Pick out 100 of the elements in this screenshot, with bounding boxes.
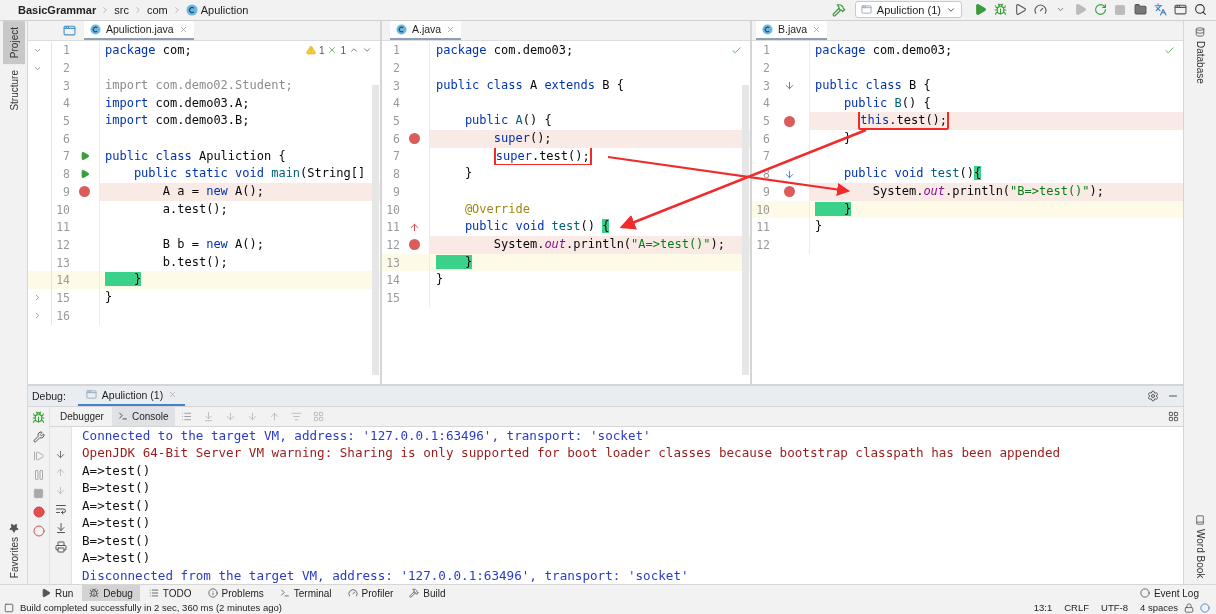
status-icon[interactable] [4, 602, 14, 613]
step-out-icon[interactable] [269, 410, 281, 422]
warning-icon[interactable] [305, 45, 316, 55]
mute-breakpoints-icon[interactable] [32, 524, 45, 537]
print-icon[interactable] [54, 540, 67, 553]
reload-icon[interactable] [1093, 3, 1107, 17]
run-icon[interactable] [973, 3, 987, 17]
breadcrumb[interactable]: com [146, 3, 168, 16]
speech-bubble-icon [1139, 588, 1150, 598]
tool-window-button[interactable]: Debug [82, 585, 140, 601]
force-step-icon[interactable] [247, 410, 259, 422]
stop-icon[interactable] [33, 487, 44, 499]
scrollbar[interactable] [742, 84, 749, 375]
status-item[interactable]: UTF-8 [1101, 602, 1128, 613]
breakpoint-icon[interactable] [784, 115, 795, 127]
debug-icon[interactable] [993, 3, 1007, 17]
line-number: 6 [762, 131, 770, 146]
settings-icon[interactable] [1147, 389, 1159, 402]
tool-window-button[interactable]: TODO [141, 585, 199, 601]
tool-window-tab[interactable]: Favorites [2, 516, 25, 584]
account-icon[interactable] [1200, 602, 1210, 613]
window-icon[interactable] [1173, 3, 1187, 17]
tool-window-tab[interactable]: Structure [2, 63, 25, 117]
profiler-icon[interactable] [1033, 3, 1047, 17]
tool-window-button[interactable]: Problems [200, 585, 271, 601]
breadcrumb[interactable]: BasicGrammar [18, 3, 97, 16]
coverage-icon[interactable] [1013, 3, 1027, 17]
line-number: 5 [762, 114, 770, 129]
hammer-icon[interactable] [831, 2, 846, 17]
next-icon[interactable] [362, 45, 372, 55]
bug-icon[interactable] [32, 410, 45, 424]
breadcrumb[interactable]: Apuliction [185, 3, 249, 16]
lock-icon[interactable] [1184, 602, 1194, 613]
translate-icon[interactable] [1153, 3, 1167, 17]
layout-icon[interactable] [62, 23, 76, 37]
line-number: 3 [762, 78, 770, 93]
wrench-icon[interactable] [32, 430, 45, 443]
debug-tab[interactable]: Apuliction (1) [77, 385, 186, 406]
code-line: public class A extends B { [436, 77, 624, 92]
check-icon[interactable] [1164, 44, 1175, 56]
chevron-right-icon[interactable] [33, 311, 42, 321]
code-line: System.out.println("B=>test()"); [871, 184, 1105, 198]
status-item[interactable]: 13:1 [1033, 602, 1053, 613]
code-line: public A() { [463, 113, 552, 128]
breadcrumb[interactable]: src [114, 3, 129, 16]
search-icon[interactable] [1193, 3, 1207, 17]
close-icon[interactable] [446, 24, 456, 34]
breakpoint-icon[interactable] [409, 133, 420, 145]
breakpoint-icon[interactable] [409, 239, 420, 251]
line-number: 2 [62, 61, 70, 76]
chevron-right-icon[interactable] [33, 293, 42, 303]
layout-icon[interactable] [1167, 410, 1179, 422]
status-item[interactable]: 4 spaces [1139, 602, 1178, 613]
down-icon[interactable] [55, 484, 66, 496]
resume-icon[interactable] [32, 449, 45, 462]
code-line: public void test(){ [842, 166, 982, 181]
check-icon[interactable] [731, 44, 742, 56]
folder-icon[interactable] [1133, 3, 1147, 17]
run-icon[interactable] [79, 151, 90, 162]
debug-subtab[interactable]: Debugger [54, 406, 110, 426]
breakpoint-icon[interactable] [79, 186, 90, 198]
menu-icon[interactable] [181, 410, 193, 422]
breakpoints-icon[interactable] [32, 505, 45, 518]
line-number: 7 [62, 149, 70, 164]
close-icon[interactable] [812, 24, 822, 34]
up-arrow-icon[interactable] [409, 221, 420, 233]
scrollbar[interactable] [372, 84, 379, 375]
step-over-icon[interactable] [203, 410, 215, 422]
scroll-icon[interactable] [55, 448, 66, 460]
status-item[interactable]: CRLF [1064, 602, 1090, 613]
step-into-icon[interactable] [225, 410, 237, 422]
line-number: 11 [755, 220, 770, 235]
down-arrow-icon[interactable] [784, 80, 795, 92]
stop-icon[interactable] [1114, 3, 1126, 16]
line-number: 9 [62, 184, 70, 199]
pause-icon[interactable] [32, 468, 45, 481]
tool-window-button[interactable]: Build [402, 585, 453, 601]
tool-window-button[interactable]: Terminal [272, 585, 339, 601]
close-icon [168, 390, 178, 399]
weak-warning-icon[interactable] [327, 45, 338, 55]
scroll-end-icon[interactable] [54, 521, 67, 534]
event-log-button[interactable]: Event Log [1132, 585, 1206, 601]
class-icon [396, 23, 407, 35]
run-icon[interactable] [79, 169, 90, 180]
close-icon[interactable] [178, 24, 188, 34]
play-icon[interactable] [1073, 3, 1087, 17]
previous-icon[interactable] [349, 45, 359, 55]
filter-icon[interactable] [291, 410, 303, 422]
up-icon[interactable] [55, 466, 66, 478]
wrap-icon[interactable] [54, 502, 67, 515]
tool-window-tab[interactable]: Database [1189, 20, 1211, 90]
tool-window-button[interactable]: Profiler [340, 585, 401, 601]
code-line: a.test(); [161, 201, 228, 216]
grid-icon[interactable] [313, 410, 325, 422]
down-arrow-icon[interactable] [784, 168, 795, 180]
breakpoint-icon[interactable] [784, 186, 795, 198]
run-configuration-dropdown[interactable]: Apuliction (1) [854, 1, 962, 19]
tool-window-tab[interactable]: Project [2, 20, 25, 64]
tool-window-tab[interactable]: Word Book [1189, 508, 1211, 584]
tool-window-button[interactable]: Run [34, 585, 81, 601]
